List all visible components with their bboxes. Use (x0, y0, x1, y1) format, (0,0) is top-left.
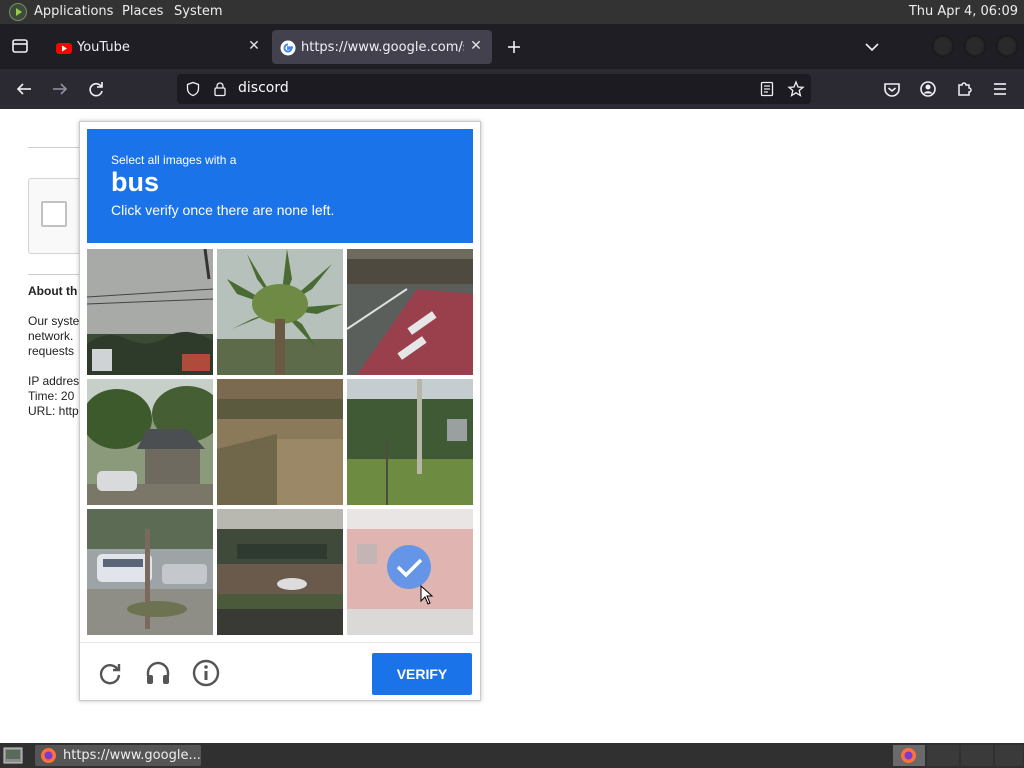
youtube-favicon-icon (56, 43, 72, 54)
tab-strip: YouTube ✕ https://www.google.com/se ✕ (0, 24, 1024, 69)
verify-button[interactable]: VERIFY (372, 653, 472, 695)
address-bar[interactable]: discord (177, 74, 811, 104)
image-tile-2[interactable] (217, 249, 343, 375)
hamburger-menu-icon[interactable] (986, 75, 1014, 103)
image-tile-8[interactable] (217, 509, 343, 635)
minimize-window-icon[interactable] (932, 35, 954, 57)
reload-challenge-icon[interactable] (95, 658, 125, 688)
menu-system[interactable]: System (174, 4, 222, 19)
tab-google-active[interactable]: https://www.google.com/se ✕ (272, 30, 492, 64)
taskbar-firefox-window[interactable]: https://www.google... (35, 745, 201, 766)
image-tile-5[interactable] (217, 379, 343, 505)
desktop-top-bar: Applications Places System Thu Apr 4, 06… (0, 0, 1024, 24)
tab-overview-icon[interactable] (6, 32, 34, 60)
mouse-cursor-icon (420, 585, 434, 605)
divider (28, 274, 80, 275)
menu-places[interactable]: Places (122, 4, 163, 19)
ip-address-line: IP addres (28, 374, 80, 388)
instruction-suffix: Click verify once there are none left. (111, 202, 335, 218)
image-tile-3[interactable] (347, 249, 473, 375)
image-tile-grid (87, 249, 473, 635)
pocket-icon[interactable] (878, 75, 906, 103)
tracking-shield-icon[interactable] (185, 81, 201, 97)
workspace-2[interactable] (927, 745, 959, 766)
target-object-label: bus (111, 167, 160, 197)
back-arrow-icon[interactable] (10, 75, 38, 103)
workspace-switcher-active[interactable] (893, 745, 925, 766)
reader-view-icon[interactable] (759, 81, 775, 97)
bookmark-star-icon[interactable] (787, 80, 805, 98)
workspace-4[interactable] (995, 745, 1023, 766)
image-tile-6[interactable] (347, 379, 473, 505)
recaptcha-checkbox[interactable] (41, 201, 67, 227)
lock-icon[interactable] (212, 81, 228, 97)
selected-checkmark-icon (387, 545, 431, 589)
workspace-3[interactable] (961, 745, 993, 766)
about-heading: About th (28, 284, 78, 298)
tab-label: https://www.google.com/se (301, 40, 464, 55)
info-icon[interactable] (191, 658, 221, 688)
tab-label: YouTube (77, 40, 130, 55)
challenge-instructions: Select all images with a bus Click verif… (87, 129, 473, 243)
close-tab-icon[interactable]: ✕ (466, 36, 486, 56)
image-tile-7[interactable] (87, 509, 213, 635)
challenge-footer: VERIFY (80, 642, 480, 701)
firefox-icon (41, 748, 56, 763)
reload-icon[interactable] (82, 75, 110, 103)
image-tile-9-selected[interactable] (347, 509, 473, 635)
account-icon[interactable] (914, 75, 942, 103)
new-tab-icon[interactable] (500, 33, 528, 61)
forward-arrow-icon[interactable] (46, 75, 74, 103)
tab-youtube[interactable]: YouTube ✕ (48, 30, 270, 64)
maximize-window-icon[interactable] (964, 35, 986, 57)
about-text-line: Our syste (28, 314, 80, 328)
instruction-prefix: Select all images with a (111, 153, 237, 167)
time-line: Time: 20 (28, 389, 75, 403)
menu-applications[interactable]: Applications (34, 4, 113, 19)
extensions-puzzle-icon[interactable] (950, 75, 978, 103)
os-menu-logo-icon[interactable] (9, 3, 27, 21)
image-tile-1[interactable] (87, 249, 213, 375)
divider (28, 147, 80, 148)
audio-challenge-headphones-icon[interactable] (143, 658, 173, 688)
image-tile-4[interactable] (87, 379, 213, 505)
close-window-icon[interactable] (996, 35, 1018, 57)
navigation-toolbar: discord (0, 69, 1024, 109)
web-page-content: About th Our syste network. requests IP … (0, 109, 1024, 743)
url-input[interactable]: discord (238, 80, 289, 96)
clock[interactable]: Thu Apr 4, 06:09 (909, 4, 1018, 19)
url-line: URL: http (28, 404, 79, 418)
about-text-line: requests (28, 344, 75, 358)
about-text-line: network. (28, 329, 74, 343)
google-favicon-icon (280, 40, 296, 56)
taskbar-task-label: https://www.google... (63, 748, 201, 763)
list-all-tabs-chevron-icon[interactable] (858, 33, 886, 61)
bottom-taskbar: https://www.google... (0, 743, 1024, 768)
firefox-icon (901, 748, 916, 763)
close-tab-icon[interactable]: ✕ (244, 36, 264, 56)
show-desktop-icon[interactable] (3, 747, 23, 764)
image-challenge-dialog: Select all images with a bus Click verif… (79, 121, 481, 701)
